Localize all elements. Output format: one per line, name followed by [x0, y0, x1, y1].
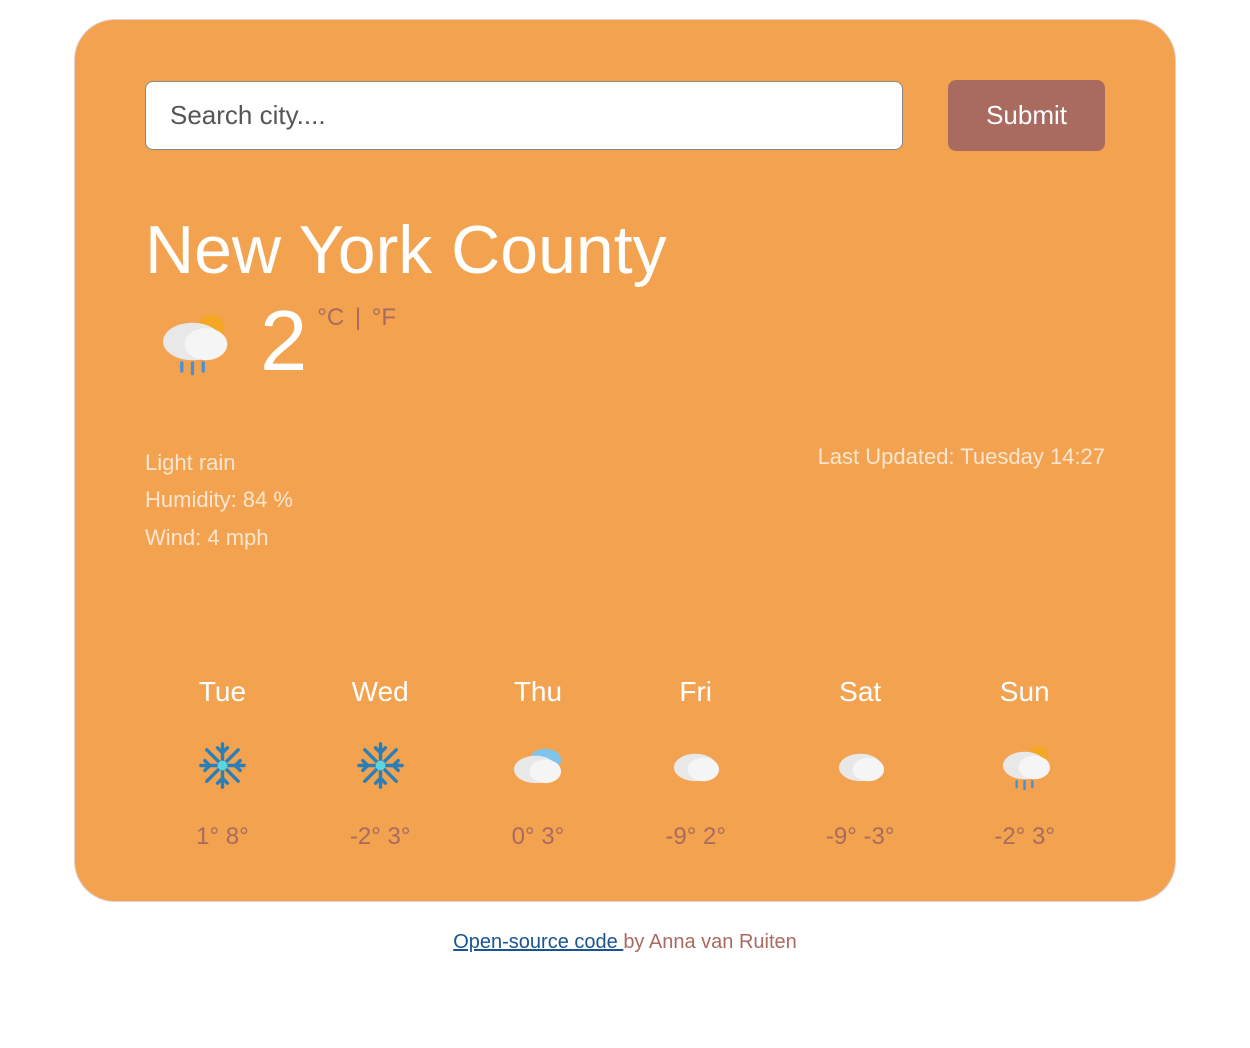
footer: Open-source code by Anna van Ruiten	[453, 931, 797, 954]
forecast-day: Sat -9° -3°	[826, 676, 895, 851]
unit-separator: |	[348, 304, 368, 331]
details-row: Light rain Humidity: 84 % Wind: 4 mph La…	[145, 444, 1105, 556]
wind-value: Wind: 4 mph	[145, 519, 293, 556]
current-weather: 2 °C | °F	[145, 299, 1105, 384]
weather-description: Light rain	[145, 444, 293, 481]
forecast-day-name: Wed	[352, 676, 409, 708]
forecast-day-name: Thu	[514, 676, 562, 708]
forecast-low: -2°	[994, 823, 1025, 850]
forecast-high: 3°	[1032, 823, 1055, 850]
search-input[interactable]	[145, 81, 903, 150]
forecast-temps: 0° 3°	[512, 823, 565, 851]
fahrenheit-toggle[interactable]: °F	[372, 304, 396, 331]
forecast-high: 3°	[388, 823, 411, 850]
forecast-high: 2°	[703, 823, 726, 850]
open-source-link[interactable]: Open-source code	[453, 931, 623, 953]
rain-sun-icon	[997, 738, 1052, 793]
city-name: New York County	[145, 211, 1105, 289]
forecast-low: 0°	[512, 823, 535, 850]
celsius-toggle[interactable]: °C	[317, 304, 344, 331]
forecast-day: Wed -2° 3°	[350, 676, 411, 851]
search-row: Submit	[145, 80, 1105, 151]
forecast-temps: -2° 3°	[994, 823, 1055, 851]
forecast-row: Tue 1° 8° Wed -2° 3° Thu 0° 3° Fri -9° 2° Sat -9°…	[145, 676, 1105, 851]
forecast-day-name: Sat	[839, 676, 881, 708]
author-credit: by Anna van Ruiten	[623, 931, 796, 953]
current-weather-icon	[155, 304, 230, 379]
last-updated: Last Updated: Tuesday 14:27	[818, 444, 1105, 556]
forecast-day: Thu 0° 3°	[510, 676, 565, 851]
temperature-units: °C | °F	[317, 299, 396, 332]
snow-icon	[195, 738, 250, 793]
forecast-day: Sun -2° 3°	[994, 676, 1055, 851]
humidity-value: Humidity: 84 %	[145, 481, 293, 518]
weather-card: Submit New York County 2 °C | °F Light r…	[75, 20, 1175, 901]
cloud-icon	[833, 738, 888, 793]
temperature-value: 2	[260, 299, 307, 384]
submit-button[interactable]: Submit	[948, 80, 1105, 151]
forecast-day-name: Fri	[679, 676, 712, 708]
forecast-low: -2°	[350, 823, 381, 850]
forecast-temps: -2° 3°	[350, 823, 411, 851]
cloudy-icon	[510, 738, 565, 793]
forecast-high: 8°	[226, 823, 249, 850]
forecast-temps: -9° 2°	[665, 823, 726, 851]
forecast-day: Fri -9° 2°	[665, 676, 726, 851]
forecast-high: -3°	[864, 823, 895, 850]
temperature-display: 2 °C | °F	[260, 299, 396, 384]
forecast-day-name: Sun	[1000, 676, 1050, 708]
forecast-temps: -9° -3°	[826, 823, 895, 851]
cloud-icon	[668, 738, 723, 793]
weather-details: Light rain Humidity: 84 % Wind: 4 mph	[145, 444, 293, 556]
forecast-temps: 1° 8°	[196, 823, 249, 851]
forecast-low: -9°	[826, 823, 857, 850]
snow-icon	[353, 738, 408, 793]
forecast-low: 1°	[196, 823, 219, 850]
forecast-day: Tue 1° 8°	[195, 676, 250, 851]
forecast-low: -9°	[665, 823, 696, 850]
forecast-high: 3°	[541, 823, 564, 850]
forecast-day-name: Tue	[199, 676, 246, 708]
